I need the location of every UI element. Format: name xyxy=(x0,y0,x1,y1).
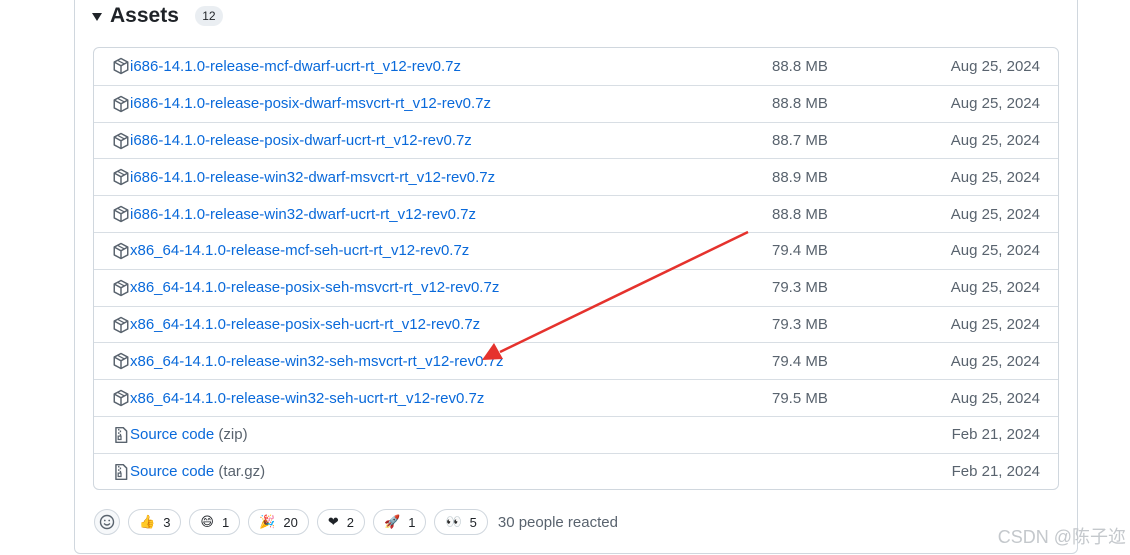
source-code-format: (tar.gz) xyxy=(218,463,266,481)
asset-date: Aug 25, 2024 xyxy=(950,315,1040,333)
rocket-icon: 🚀 xyxy=(384,514,401,530)
hooray-icon: 🎉 xyxy=(259,514,276,530)
asset-date: Aug 25, 2024 xyxy=(950,57,1040,75)
thumbs-up-icon: 👍 xyxy=(139,514,156,530)
caret-down-icon[interactable] xyxy=(92,13,102,21)
reaction-count: 1 xyxy=(408,514,416,530)
file-zip-icon xyxy=(115,426,128,444)
asset-size: 88.8 MB xyxy=(772,95,828,113)
asset-date: Aug 25, 2024 xyxy=(950,279,1040,297)
asset-row: i686-14.1.0-release-win32-dwarf-ucrt-rt_… xyxy=(94,195,1058,232)
reaction-count: 2 xyxy=(346,514,355,530)
asset-row: x86_64-14.1.0-release-win32-seh-msvcrt-r… xyxy=(94,342,1058,379)
package-icon xyxy=(113,132,129,149)
asset-download-link[interactable]: i686-14.1.0-release-mcf-dwarf-ucrt-rt_v1… xyxy=(130,58,461,75)
eyes-icon: 👀 xyxy=(445,514,462,530)
asset-row: i686-14.1.0-release-win32-dwarf-msvcrt-r… xyxy=(94,158,1058,195)
source-code-label: Source code xyxy=(130,426,215,444)
smiley-icon[interactable] xyxy=(94,509,120,535)
asset-size: 88.7 MB xyxy=(772,131,828,149)
asset-download-link[interactable]: x86_64-14.1.0-release-win32-seh-msvcrt-r… xyxy=(130,353,504,370)
asset-download-link[interactable]: i686-14.1.0-release-posix-dwarf-ucrt-rt_… xyxy=(130,132,472,149)
reaction-count: 1 xyxy=(221,514,230,530)
asset-date: Aug 25, 2024 xyxy=(950,242,1040,260)
asset-row: i686-14.1.0-release-mcf-dwarf-ucrt-rt_v1… xyxy=(94,48,1058,85)
asset-date: Feb 21, 2024 xyxy=(951,463,1040,481)
asset-size: 79.3 MB xyxy=(772,315,828,333)
asset-size: 79.4 MB xyxy=(772,242,828,260)
asset-date: Aug 25, 2024 xyxy=(950,205,1040,223)
asset-size: 88.9 MB xyxy=(772,168,828,186)
package-icon xyxy=(113,95,129,113)
reaction-button[interactable]: 👍 3 xyxy=(128,509,182,535)
reaction-count: 3 xyxy=(163,514,171,530)
asset-size: 79.4 MB xyxy=(772,352,828,370)
source-code-row: Source code (tar.gz) Feb 21, 2024 xyxy=(94,452,1058,489)
package-icon xyxy=(113,169,129,186)
source-code-format: (zip) xyxy=(218,426,248,444)
asset-row: i686-14.1.0-release-posix-dwarf-msvcrt-r… xyxy=(94,84,1058,122)
source-code-row: Source code (zip) Feb 21, 2024 xyxy=(94,415,1058,453)
asset-size: 88.8 MB xyxy=(772,57,828,75)
reaction-button[interactable]: ❤ 2 xyxy=(316,509,366,535)
reaction-button[interactable]: 🚀 1 xyxy=(373,509,427,535)
asset-download-link[interactable]: x86_64-14.1.0-release-posix-seh-msvcrt-r… xyxy=(130,279,499,296)
package-icon xyxy=(113,205,129,223)
heart-icon: ❤ xyxy=(327,514,339,530)
source-code-link[interactable]: Source code (zip) xyxy=(130,426,248,443)
asset-list: i686-14.1.0-release-mcf-dwarf-ucrt-rt_v1… xyxy=(93,47,1059,490)
asset-row: x86_64-14.1.0-release-win32-seh-ucrt-rt_… xyxy=(94,379,1058,416)
asset-row: x86_64-14.1.0-release-posix-seh-msvcrt-r… xyxy=(94,268,1058,306)
asset-date: Feb 21, 2024 xyxy=(951,426,1040,444)
asset-download-link[interactable]: i686-14.1.0-release-win32-dwarf-ucrt-rt_… xyxy=(130,206,476,223)
asset-date: Aug 25, 2024 xyxy=(950,95,1040,113)
assets-count-badge: 12 xyxy=(194,6,223,26)
asset-download-link[interactable]: x86_64-14.1.0-release-posix-seh-ucrt-rt_… xyxy=(130,316,480,333)
package-icon xyxy=(113,353,129,370)
asset-size: 88.8 MB xyxy=(772,205,828,223)
source-code-link[interactable]: Source code (tar.gz) xyxy=(130,463,265,480)
package-icon xyxy=(113,389,129,407)
asset-size: 79.5 MB xyxy=(772,389,828,407)
csdn-watermark: CSDN @陈子迩 xyxy=(997,527,1126,547)
reaction-button[interactable]: 👀 5 xyxy=(434,509,488,535)
laugh-icon: 😄 xyxy=(200,514,214,530)
package-icon xyxy=(113,279,129,297)
package-icon xyxy=(113,242,129,260)
package-icon xyxy=(113,57,129,75)
reaction-count: 5 xyxy=(469,514,477,530)
file-zip-icon xyxy=(115,463,128,480)
asset-download-link[interactable]: x86_64-14.1.0-release-win32-seh-ucrt-rt_… xyxy=(130,390,484,407)
asset-row: i686-14.1.0-release-posix-dwarf-ucrt-rt_… xyxy=(94,121,1058,159)
asset-date: Aug 25, 2024 xyxy=(950,168,1040,186)
reactions-bar: 👍 3 😄 1 🎉 20 ❤ 2 🚀 1 👀 5 30 people reacted xyxy=(94,508,618,536)
asset-date: Aug 25, 2024 xyxy=(950,352,1040,370)
assets-title[interactable]: Assets xyxy=(110,4,179,28)
asset-date: Aug 25, 2024 xyxy=(950,131,1040,149)
asset-size: 79.3 MB xyxy=(772,279,828,297)
reactions-summary: 30 people reacted xyxy=(497,513,618,531)
asset-download-link[interactable]: x86_64-14.1.0-release-mcf-seh-ucrt-rt_v1… xyxy=(130,242,469,259)
reaction-button[interactable]: 😄 1 xyxy=(189,509,241,535)
reaction-count: 20 xyxy=(283,514,298,530)
reaction-button[interactable]: 🎉 20 xyxy=(248,509,309,535)
asset-row: x86_64-14.1.0-release-posix-seh-ucrt-rt_… xyxy=(94,305,1058,343)
asset-download-link[interactable]: i686-14.1.0-release-win32-dwarf-msvcrt-r… xyxy=(130,169,495,186)
asset-download-link[interactable]: i686-14.1.0-release-posix-dwarf-msvcrt-r… xyxy=(130,95,491,112)
source-code-label: Source code xyxy=(130,463,215,481)
assets-header[interactable]: Assets 12 xyxy=(92,2,223,30)
package-icon xyxy=(113,316,129,333)
asset-row: x86_64-14.1.0-release-mcf-seh-ucrt-rt_v1… xyxy=(94,231,1058,269)
asset-date: Aug 25, 2024 xyxy=(950,389,1040,407)
